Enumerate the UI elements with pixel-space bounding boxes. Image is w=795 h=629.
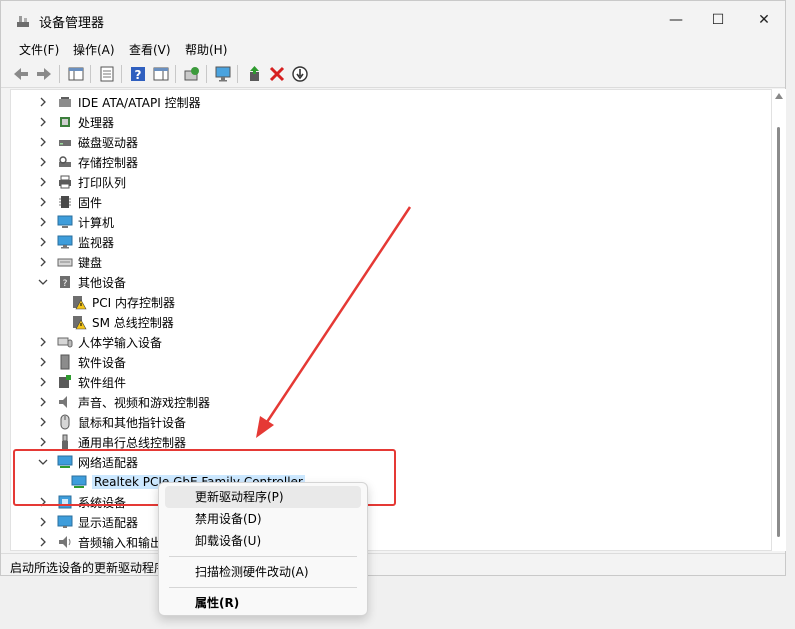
- tree-item-audio-io[interactable]: 音频输入和输出: [37, 532, 162, 550]
- tree-item-disk-drives[interactable]: 磁盘驱动器: [37, 132, 138, 152]
- processor-icon: [60, 117, 70, 127]
- action-pane-icon[interactable]: [152, 65, 170, 83]
- chevron-right-icon[interactable]: [37, 416, 49, 428]
- chevron-right-icon[interactable]: [37, 116, 49, 128]
- warning-device-icon: [73, 316, 87, 330]
- display-adapter-icon: [57, 515, 73, 528]
- storage-controller-icon: [59, 156, 71, 167]
- chevron-right-icon[interactable]: [37, 516, 49, 528]
- chevron-right-icon[interactable]: [37, 336, 49, 348]
- help-icon[interactable]: ?: [129, 65, 147, 83]
- tree-item-display-adapters[interactable]: 显示适配器: [37, 512, 138, 532]
- back-arrow-icon[interactable]: [12, 65, 30, 83]
- computer-icon: [57, 215, 73, 228]
- audio-io-icon: [59, 536, 71, 548]
- update-driver-icon[interactable]: [246, 65, 264, 83]
- speaker-icon: [59, 396, 67, 408]
- tree-item-ide-controllers[interactable]: IDE ATA/ATAPI 控制器: [37, 92, 201, 112]
- menu-item-scan-hardware[interactable]: 扫描检测硬件改动(A): [165, 561, 361, 583]
- properties-icon[interactable]: [98, 65, 116, 83]
- menu-view[interactable]: 查看(V): [129, 41, 171, 58]
- monitor-icon: [57, 235, 73, 249]
- menu-help[interactable]: 帮助(H): [185, 41, 227, 58]
- svg-text:?: ?: [135, 68, 142, 82]
- chevron-right-icon[interactable]: [37, 156, 49, 168]
- svg-text:?: ?: [63, 279, 68, 289]
- maximize-button[interactable]: ☐: [695, 1, 741, 39]
- firmware-icon: [59, 196, 71, 208]
- tree-item-other-devices[interactable]: ? 其他设备: [37, 272, 126, 292]
- uninstall-x-icon[interactable]: [268, 65, 286, 83]
- device-manager-app-icon: [17, 16, 29, 27]
- title-bar: 设备管理器 — ☐ ✕: [1, 1, 785, 39]
- window-title: 设备管理器: [39, 16, 105, 31]
- menu-item-update-driver[interactable]: 更新驱动程序(P): [165, 486, 361, 508]
- tree-item-keyboards[interactable]: 键盘: [37, 252, 102, 272]
- vertical-scrollbar[interactable]: [772, 89, 786, 551]
- computer-monitor-icon[interactable]: [214, 65, 232, 83]
- tree-item-hid[interactable]: 人体学输入设备: [37, 332, 162, 352]
- chevron-right-icon[interactable]: [37, 396, 49, 408]
- menu-item-properties[interactable]: 属性(R): [165, 592, 361, 614]
- menu-item-uninstall-device[interactable]: 卸载设备(U): [165, 530, 361, 552]
- tree-item-software-devices[interactable]: 软件设备: [37, 352, 126, 372]
- printer-icon: [59, 175, 71, 189]
- context-menu-separator: [169, 556, 357, 557]
- minimize-button[interactable]: —: [653, 1, 699, 39]
- show-hide-console-tree-icon[interactable]: [67, 65, 85, 83]
- chevron-right-icon[interactable]: [37, 536, 49, 548]
- chevron-right-icon[interactable]: [37, 436, 49, 448]
- chevron-right-icon[interactable]: [37, 136, 49, 148]
- menu-bar: 文件(F) 操作(A) 查看(V) 帮助(H): [1, 39, 785, 59]
- toolbar: ?: [1, 61, 785, 88]
- keyboard-icon: [57, 258, 73, 267]
- context-menu: 更新驱动程序(P) 禁用设备(D) 卸载设备(U) 扫描检测硬件改动(A) 属性…: [158, 482, 368, 616]
- close-button[interactable]: ✕: [741, 1, 787, 39]
- status-bar: 启动所选设备的更新驱动程序向导。: [1, 553, 785, 576]
- warning-device-icon: [73, 296, 87, 310]
- tree-item-storage-controllers[interactable]: 存储控制器: [37, 152, 138, 172]
- tree-item-print-queues[interactable]: 打印队列: [37, 172, 126, 192]
- scrollbar-thumb[interactable]: [777, 127, 780, 537]
- tree-item-firmware[interactable]: 固件: [37, 192, 102, 212]
- usb-icon: [62, 434, 68, 449]
- tree-item-sm-bus-controller[interactable]: SM 总线控制器: [71, 312, 174, 332]
- chevron-right-icon[interactable]: [37, 376, 49, 388]
- context-menu-separator: [169, 587, 357, 588]
- chevron-right-icon[interactable]: [37, 256, 49, 268]
- tree-item-software-components[interactable]: 软件组件: [37, 372, 126, 392]
- scan-hardware-icon[interactable]: [183, 65, 201, 83]
- menu-file[interactable]: 文件(F): [19, 41, 59, 58]
- forward-arrow-icon[interactable]: [35, 65, 53, 83]
- chevron-right-icon[interactable]: [37, 96, 49, 108]
- tree-item-processors[interactable]: 处理器: [37, 112, 114, 132]
- chevron-right-icon[interactable]: [37, 356, 49, 368]
- software-component-icon: [59, 375, 71, 388]
- tree-item-pci-memory-controller[interactable]: PCI 内存控制器: [71, 292, 175, 312]
- menu-action[interactable]: 操作(A): [73, 41, 115, 58]
- chevron-down-icon[interactable]: [37, 276, 49, 288]
- tree-item-mice[interactable]: 鼠标和其他指针设备: [37, 412, 186, 432]
- menu-item-disable-device[interactable]: 禁用设备(D): [165, 508, 361, 530]
- mouse-icon: [60, 414, 70, 430]
- disk-drive-icon: [59, 140, 71, 146]
- chevron-right-icon[interactable]: [37, 216, 49, 228]
- tree-item-monitors[interactable]: 监视器: [37, 232, 114, 252]
- other-devices-icon: ?: [60, 276, 70, 289]
- software-device-icon: [60, 354, 70, 370]
- chevron-right-icon[interactable]: [37, 176, 49, 188]
- disable-device-icon[interactable]: [291, 65, 309, 83]
- chevron-right-icon[interactable]: [37, 236, 49, 248]
- tree-item-sound-video-game[interactable]: 声音、视频和游戏控制器: [37, 392, 210, 412]
- scroll-up-icon[interactable]: [775, 93, 783, 99]
- ide-controller-icon: [59, 97, 71, 107]
- tree-item-computer[interactable]: 计算机: [37, 212, 114, 232]
- chevron-right-icon[interactable]: [37, 196, 49, 208]
- hid-icon: [57, 337, 73, 348]
